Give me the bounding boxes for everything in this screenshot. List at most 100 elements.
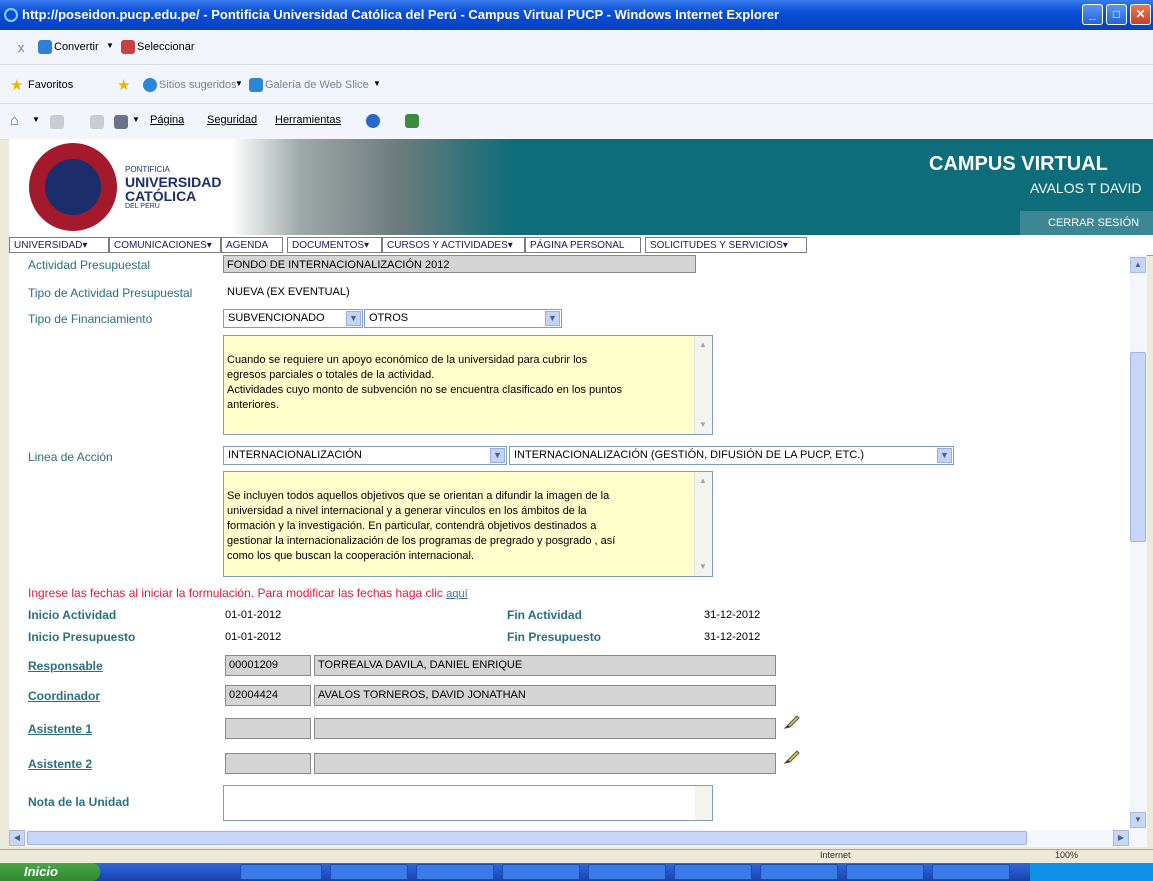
nota-unidad-label: Nota de la Unidad <box>28 795 130 809</box>
coordinador-name-field: AVALOS TORNEROS, DAVID JONATHAN <box>314 685 776 706</box>
taskbar-button[interactable] <box>330 864 408 880</box>
home-icon[interactable]: ⌂ <box>10 112 19 129</box>
responsable-link[interactable]: Responsable <box>28 659 103 673</box>
seleccionar-button[interactable]: Seleccionar <box>137 41 194 53</box>
select-pdf-icon <box>121 40 135 54</box>
herramientas-menu[interactable]: Herramientas <box>275 114 341 126</box>
taskbar-button[interactable] <box>240 864 322 880</box>
textarea-scrollbar[interactable] <box>695 786 712 820</box>
taskbar-button[interactable] <box>416 864 494 880</box>
financiamiento-subtype-select[interactable]: OTROS ▼ <box>364 309 562 328</box>
menu-agenda[interactable]: AGENDA <box>221 237 283 253</box>
chevron-down-icon: ▼ <box>545 311 560 326</box>
linea-accion-subtype-select[interactable]: INTERNACIONALIZACIÓN (GESTIÓN, DIFUSIÓN … <box>509 446 954 465</box>
nota-unidad-textarea[interactable] <box>223 785 713 821</box>
asistente-2-link[interactable]: Asistente 2 <box>28 757 92 771</box>
taskbar-button[interactable] <box>674 864 752 880</box>
research-icon[interactable] <box>405 114 419 128</box>
add-favorite-icon[interactable]: ★ <box>117 76 130 94</box>
print-icon[interactable] <box>114 115 128 129</box>
scroll-up-icon: ▲ <box>699 340 707 349</box>
taskbar-button[interactable] <box>760 864 838 880</box>
help-icon[interactable] <box>366 114 380 128</box>
cerrar-sesion-link[interactable]: CERRAR SESIÓN <box>1048 217 1139 229</box>
sitios-sugeridos-link[interactable]: Sitios sugeridos <box>159 79 237 91</box>
chevron-down-icon[interactable]: ▼ <box>132 115 140 124</box>
close-window-button[interactable]: ✕ <box>1130 4 1151 25</box>
scroll-down-icon[interactable]: ▼ <box>1130 812 1146 828</box>
pucp-seal-icon <box>29 143 117 231</box>
chevron-down-icon[interactable]: ▼ <box>32 115 40 124</box>
linea-accion-description[interactable]: Se incluyen todos aquellos objetivos que… <box>223 471 713 577</box>
textarea-scrollbar: ▲ ▼ <box>694 336 712 434</box>
convertir-button[interactable]: Convertir <box>54 41 99 53</box>
scroll-up-icon: ▲ <box>699 476 707 485</box>
window-title: http://poseidon.pucp.edu.pe/ - Pontifici… <box>22 7 780 22</box>
scrollbar-thumb[interactable] <box>27 831 1027 845</box>
edit-pen-icon[interactable] <box>782 748 802 766</box>
scroll-right-icon[interactable]: ▶ <box>1113 830 1129 846</box>
financiamiento-label: Tipo de Financiamiento <box>28 312 153 326</box>
taskbar-button[interactable] <box>932 864 1010 880</box>
scroll-left-icon[interactable]: ◀ <box>9 830 25 846</box>
scroll-down-icon: ▼ <box>699 420 707 429</box>
menu-comunicaciones[interactable]: COMUNICACIONES▾ <box>109 237 221 253</box>
page-vertical-scrollbar[interactable]: ▲ ▼ <box>1130 255 1147 830</box>
actividad-field: FONDO DE INTERNACIONALIZACIÓN 2012 <box>223 255 696 273</box>
scrollbar-thumb[interactable] <box>1130 352 1146 542</box>
mail-icon[interactable] <box>90 115 104 129</box>
menu-solicitudes-servicios[interactable]: SOLICITUDES Y SERVICIOS▾ <box>645 237 807 253</box>
close-toolbar-icon[interactable]: x <box>18 40 25 55</box>
web-slice-icon <box>249 78 263 92</box>
asistente-1-link[interactable]: Asistente 1 <box>28 722 92 736</box>
seguridad-menu[interactable]: Seguridad <box>207 114 257 126</box>
taskbar-button[interactable] <box>502 864 580 880</box>
favorites-bar: ★ Favoritos ★ Sitios sugeridos ▼ Galería… <box>0 65 1153 104</box>
taskbar-button[interactable] <box>588 864 666 880</box>
scroll-up-icon[interactable]: ▲ <box>1130 257 1146 273</box>
minimize-button[interactable]: _ <box>1082 4 1103 25</box>
window-title-bar[interactable]: http://poseidon.pucp.edu.pe/ - Pontifici… <box>0 0 1153 30</box>
chevron-down-icon[interactable]: ▼ <box>106 41 114 50</box>
asistente-1-code-field[interactable] <box>225 718 311 739</box>
convert-pdf-icon <box>38 40 52 54</box>
pdf-toolbar: x Convertir ▼ Seleccionar <box>0 30 1153 65</box>
responsable-name-field: TORREALVA DAVILA, DANIEL ENRIQUE <box>314 655 776 676</box>
linea-accion-select[interactable]: INTERNACIONALIZACIÓN ▼ <box>223 446 507 465</box>
inicio-actividad-value: 01-01-2012 <box>225 609 282 621</box>
edit-pen-icon[interactable] <box>782 713 802 731</box>
windows-taskbar: Inicio <box>0 863 1153 881</box>
menu-pagina-personal[interactable]: PÁGINA PERSONAL <box>525 237 641 253</box>
user-name: AVALOS T DAVID <box>1030 180 1142 196</box>
coordinador-code-field: 02004424 <box>225 685 311 706</box>
pucp-logo[interactable]: PONTIFICIA UNIVERSIDAD CATÓLICA DEL PERÚ <box>9 139 231 235</box>
start-button[interactable]: Inicio <box>0 863 100 881</box>
command-bar: ⌂ ▼ ▼ Página Seguridad Herramientas <box>0 104 1153 140</box>
asistente-2-code-field[interactable] <box>225 753 311 774</box>
fin-presupuesto-label: Fin Presupuesto <box>507 630 602 644</box>
ie-icon <box>4 8 18 22</box>
menu-cursos-actividades[interactable]: CURSOS Y ACTIVIDADES▾ <box>382 237 525 253</box>
asistente-1-name-field[interactable] <box>314 718 776 739</box>
galeria-web-slice-link[interactable]: Galería de Web Slice <box>265 79 369 91</box>
zoom-text[interactable]: 100% <box>1055 850 1078 860</box>
logo-line-3: CATÓLICA <box>125 188 197 204</box>
pagina-menu[interactable]: Página <box>150 114 184 126</box>
financiamiento-select[interactable]: SUBVENCIONADO ▼ <box>223 309 363 328</box>
ie-globe-icon <box>143 78 157 92</box>
coordinador-link[interactable]: Coordinador <box>28 689 100 703</box>
taskbar-button[interactable] <box>846 864 924 880</box>
fechas-aqui-link[interactable]: aquí <box>446 588 467 600</box>
chevron-down-icon[interactable]: ▼ <box>235 79 243 88</box>
favoritos-button[interactable]: Favoritos <box>28 79 73 91</box>
asistente-2-name-field[interactable] <box>314 753 776 774</box>
inicio-presupuesto-value: 01-01-2012 <box>225 631 282 643</box>
feeds-icon[interactable] <box>50 115 64 129</box>
menu-universidad[interactable]: UNIVERSIDAD▾ <box>9 237 109 253</box>
logo-line-1: PONTIFICIA <box>125 165 170 174</box>
financiamiento-description[interactable]: Cuando se requiere un apoyo económico de… <box>223 335 713 435</box>
page-horizontal-scrollbar[interactable]: ◀ ▶ <box>9 830 1147 847</box>
maximize-button[interactable]: □ <box>1106 4 1127 25</box>
menu-documentos[interactable]: DOCUMENTOS▾ <box>287 237 382 253</box>
chevron-down-icon[interactable]: ▼ <box>373 79 381 88</box>
